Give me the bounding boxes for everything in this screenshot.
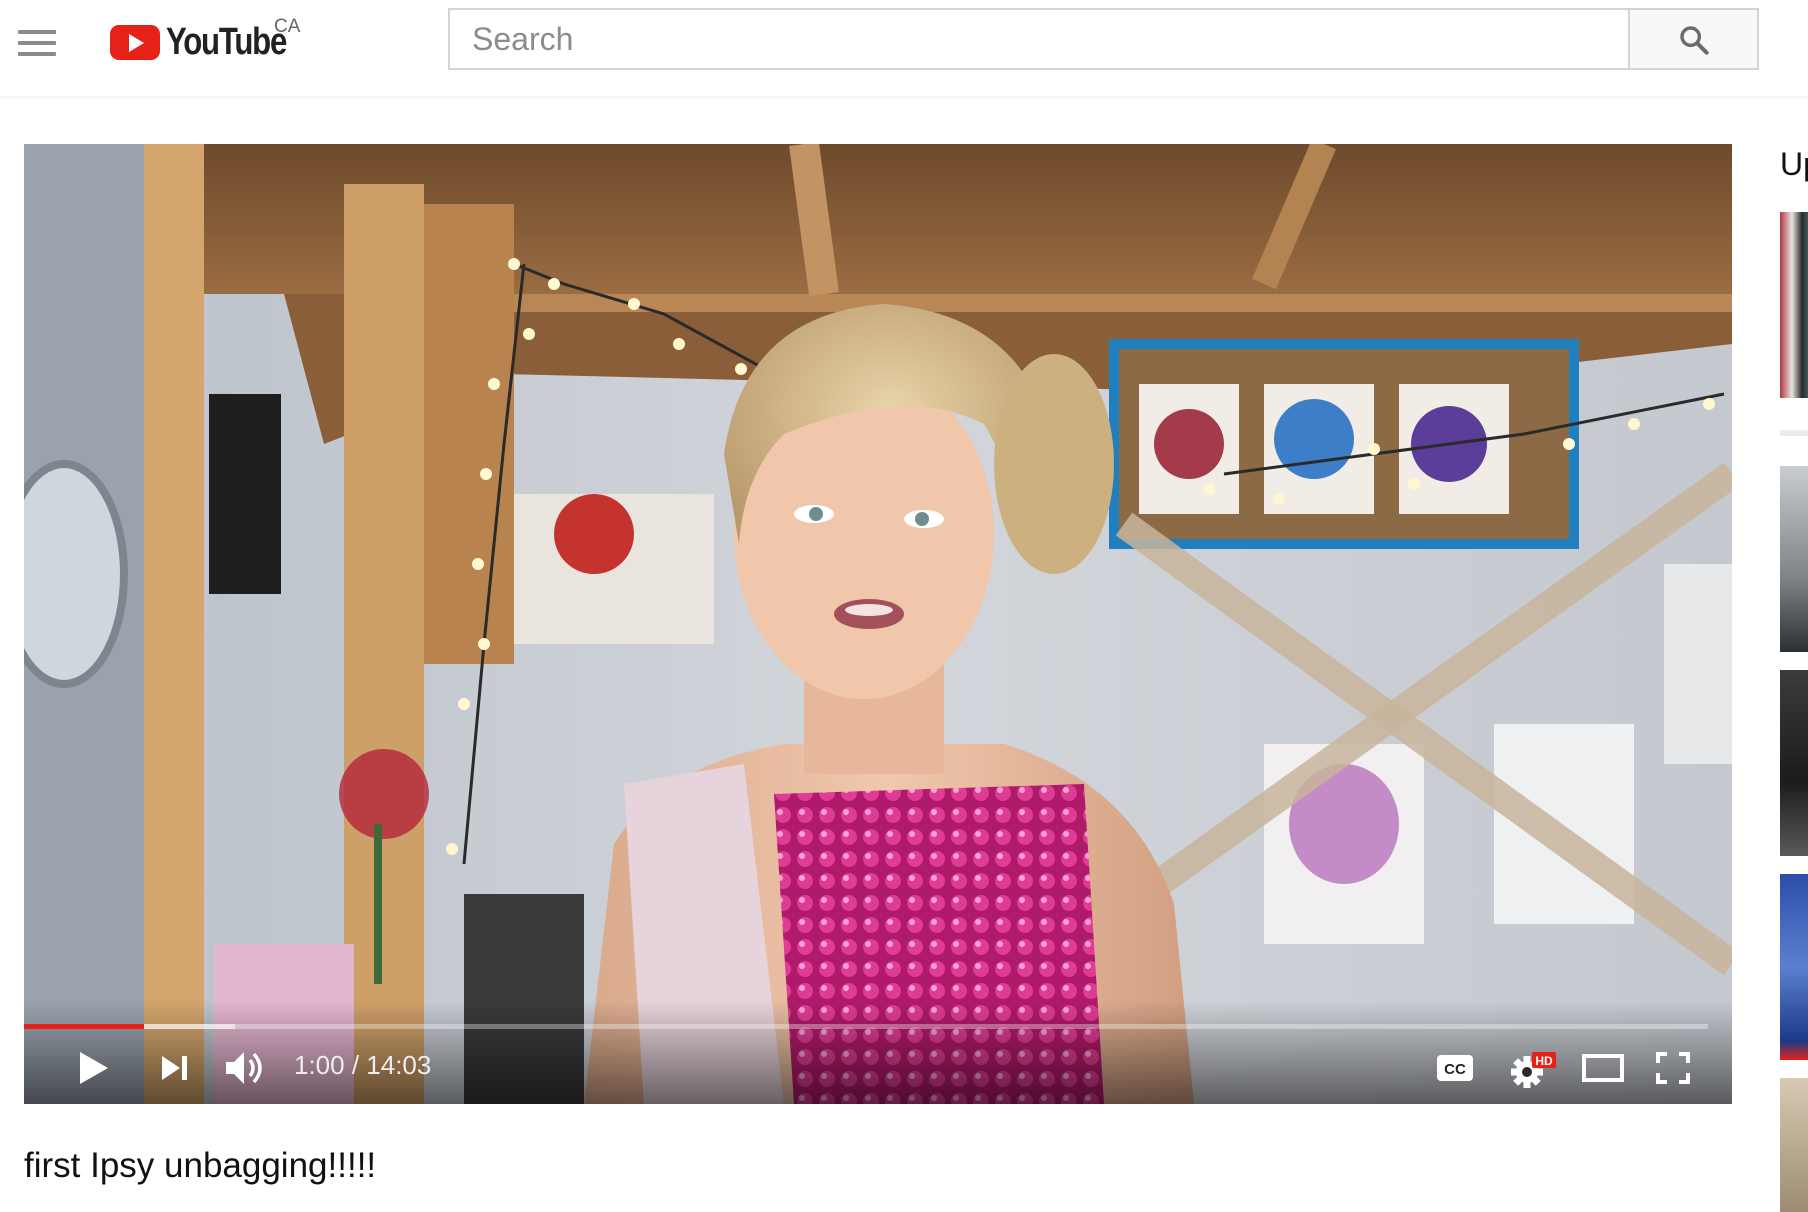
search-icon [1680,26,1709,55]
captions-label: CC [1444,1061,1466,1078]
related-video-thumbnail[interactable] [1780,670,1808,856]
video-frame [24,144,1732,1104]
play-button[interactable] [78,1050,110,1091]
list-divider [1780,430,1808,436]
search-box [448,8,1632,70]
settings-button[interactable]: HD [1510,1050,1556,1095]
youtube-play-logo-icon [110,24,160,60]
related-video-thumbnail[interactable] [1780,1078,1808,1212]
theater-mode-button[interactable] [1582,1054,1624,1087]
video-title: first Ipsy unbagging!!!!! [24,1146,377,1185]
settings-gear-icon: HD [1511,1052,1556,1088]
progress-bar[interactable] [24,1024,1708,1029]
search-button[interactable] [1630,8,1759,70]
captions-button[interactable]: CC [1436,1054,1474,1087]
captions-icon: CC [1437,1055,1473,1081]
video-player[interactable] [24,144,1732,1104]
play-icon [80,1052,108,1084]
fullscreen-button[interactable] [1656,1052,1690,1089]
hamburger-menu-icon[interactable] [18,30,56,56]
theater-mode-icon [1582,1054,1624,1082]
time-display: 1:00 / 14:03 [294,1050,432,1080]
up-next-thumbnail[interactable] [1780,212,1808,398]
volume-icon [226,1052,262,1084]
volume-button[interactable] [224,1048,268,1093]
up-next-heading: Up [1780,146,1808,182]
next-icon [162,1056,187,1080]
logo-text: YouTube [166,20,287,63]
country-code: CA [274,16,301,37]
fullscreen-icon [1656,1052,1690,1084]
controls-overlay [24,1000,1732,1104]
related-video-thumbnail[interactable] [1780,874,1808,1060]
masthead: YouTube CA [0,0,1808,96]
hd-badge: HD [1535,1054,1553,1068]
related-video-thumbnail[interactable] [1780,466,1808,652]
next-button[interactable] [160,1054,190,1087]
progress-played [24,1024,144,1029]
search-input[interactable] [450,10,1632,68]
